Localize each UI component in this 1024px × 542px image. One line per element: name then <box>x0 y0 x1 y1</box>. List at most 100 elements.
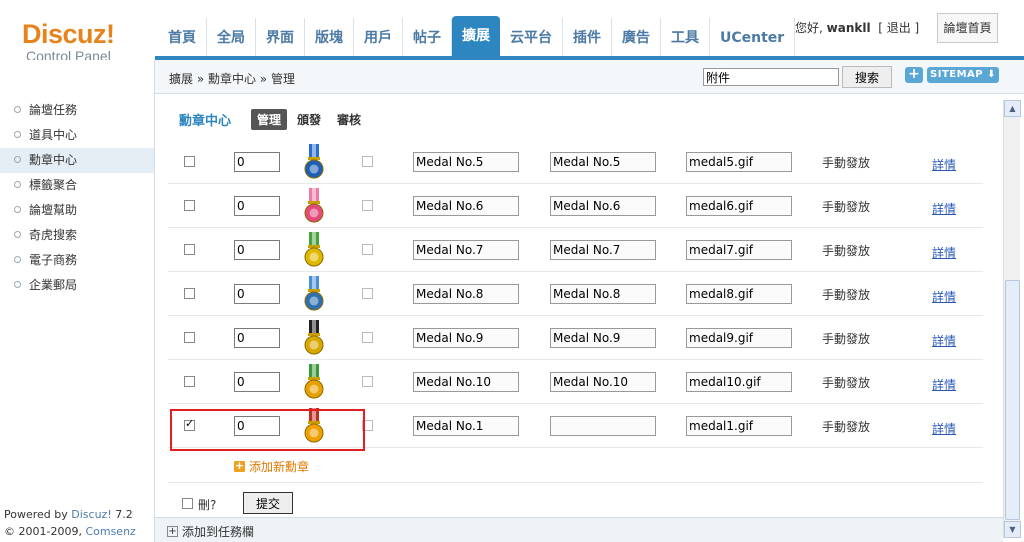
medal-desc-input[interactable] <box>550 196 656 216</box>
medal-name-input[interactable] <box>413 416 519 436</box>
medal-image-input[interactable] <box>686 284 792 304</box>
sidebar-item-4[interactable]: 論壇幫助 <box>0 198 154 223</box>
detail-link[interactable]: 詳情 <box>932 200 956 217</box>
vertical-scrollbar[interactable]: ▲ ▼ <box>1003 100 1021 538</box>
sidebar-item-5[interactable]: 奇虎搜索 <box>0 223 154 248</box>
discuz-logo[interactable]: Discuz! Control Panel <box>22 20 132 64</box>
display-order-input[interactable] <box>234 152 280 172</box>
available-checkbox[interactable] <box>362 200 373 211</box>
sidebar-item-6[interactable]: 電子商務 <box>0 248 154 273</box>
row-select-checkbox[interactable] <box>184 288 195 299</box>
display-order-input[interactable] <box>234 372 280 392</box>
nav-item-9[interactable]: 廣告 <box>612 18 661 56</box>
logout-link[interactable]: [ 退出 ] <box>878 21 919 35</box>
detail-link[interactable]: 詳情 <box>932 244 956 261</box>
display-order-input[interactable] <box>234 284 280 304</box>
available-checkbox[interactable] <box>362 244 373 255</box>
tab-2[interactable]: 審核 <box>331 109 367 130</box>
nav-item-0[interactable]: 首頁 <box>158 18 207 56</box>
sidebar-item-label: 論壇任務 <box>29 103 78 117</box>
display-order-input[interactable] <box>234 196 280 216</box>
medal-image-input[interactable] <box>686 372 792 392</box>
row-select-checkbox[interactable] <box>184 200 195 211</box>
available-checkbox[interactable] <box>362 156 373 167</box>
add-medal-link[interactable]: + 添加新勳章 <box>234 458 309 475</box>
sidebar-item-0[interactable]: 論壇任務 <box>0 98 154 123</box>
medal-name-input[interactable] <box>413 328 519 348</box>
display-order-input[interactable] <box>234 328 280 348</box>
medal-icon <box>302 144 326 180</box>
medal-image-input[interactable] <box>686 152 792 172</box>
medal-image-input[interactable] <box>686 240 792 260</box>
award-type: 手動發放 <box>822 420 871 434</box>
main-nav: 首頁 全局 界面 版塊 用戶 帖子 擴展 云平台 插件 廣告 工具 UCenter <box>158 16 796 56</box>
scroll-thumb[interactable] <box>1005 280 1020 520</box>
nav-item-2[interactable]: 界面 <box>256 18 305 56</box>
nav-item-3[interactable]: 版塊 <box>305 18 354 56</box>
row-select-checkbox[interactable] <box>184 376 195 387</box>
available-checkbox[interactable] <box>362 332 373 343</box>
detail-link[interactable]: 詳情 <box>932 156 956 173</box>
discuz-link[interactable]: Discuz! <box>71 508 111 521</box>
detail-link[interactable]: 詳情 <box>932 420 956 437</box>
nav-item-1[interactable]: 全局 <box>207 18 256 56</box>
sidebar-menu: 論壇任務道具中心勳章中心標籤聚合論壇幫助 奇虎搜索 電子商務 企業郵局 <box>0 98 154 298</box>
medal-name-input[interactable] <box>413 284 519 304</box>
add-to-taskbar-link[interactable]: + 添加到任務欄 <box>167 523 254 540</box>
medal-image-input[interactable] <box>686 416 792 436</box>
forum-home-button[interactable]: 論壇首頁 <box>937 13 998 43</box>
nav-item-7[interactable]: 云平台 <box>500 18 563 56</box>
available-checkbox[interactable] <box>362 376 373 387</box>
medal-desc-input[interactable] <box>550 284 656 304</box>
bullet-icon <box>14 181 21 188</box>
row-select-checkbox[interactable] <box>184 244 195 255</box>
search-input[interactable] <box>703 68 839 86</box>
medal-desc-input[interactable] <box>550 240 656 260</box>
sidebar-item-7[interactable]: 企業郵局 <box>0 273 154 298</box>
medal-desc-input[interactable] <box>550 152 656 172</box>
scroll-up-arrow[interactable]: ▲ <box>1004 100 1021 117</box>
row-select-checkbox[interactable] <box>184 332 195 343</box>
logo-main: Discuz! <box>22 19 115 49</box>
row-select-checkbox[interactable] <box>184 156 195 167</box>
tab-0[interactable]: 管理 <box>251 109 288 130</box>
medal-name-input[interactable] <box>413 240 519 260</box>
medal-desc-input[interactable] <box>550 372 656 392</box>
section-title: 勳章中心 <box>179 114 232 129</box>
scroll-down-arrow[interactable]: ▼ <box>1004 521 1021 538</box>
medal-name-input[interactable] <box>413 152 519 172</box>
sidebar-item-label: 勳章中心 <box>29 153 78 167</box>
bullet-icon <box>14 131 21 138</box>
display-order-input[interactable] <box>234 240 280 260</box>
nav-item-10[interactable]: 工具 <box>661 18 710 56</box>
nav-item-5[interactable]: 帖子 <box>403 18 452 56</box>
sitemap-button[interactable]: SITEMAP ⬇ <box>927 67 999 83</box>
search-button[interactable]: 搜索 <box>842 66 892 88</box>
select-all-checkbox[interactable] <box>182 498 193 509</box>
sidebar-item-1[interactable]: 道具中心 <box>0 123 154 148</box>
submit-button[interactable]: 提交 <box>243 492 293 514</box>
nav-item-11[interactable]: UCenter <box>710 18 796 56</box>
nav-item-4[interactable]: 用戶 <box>354 18 403 56</box>
medal-desc-input[interactable] <box>550 416 656 436</box>
medal-name-input[interactable] <box>413 196 519 216</box>
nav-item-6[interactable]: 擴展 <box>452 16 500 56</box>
sidebar-item-2[interactable]: 勳章中心 <box>0 148 154 173</box>
sidebar: 論壇任務 道具中心 勳章中心 標籤聚合 論壇幫助 奇虎搜索 電子商務 企業郵局 Powered… <box>0 60 155 542</box>
medal-desc-input[interactable] <box>550 328 656 348</box>
tab-1[interactable]: 頒發 <box>291 109 327 130</box>
sidebar-item-3[interactable]: 標籤聚合 <box>0 173 154 198</box>
detail-link[interactable]: 詳情 <box>932 288 956 305</box>
available-checkbox[interactable] <box>362 288 373 299</box>
medal-image-input[interactable] <box>686 328 792 348</box>
nav-item-8[interactable]: 插件 <box>563 18 612 56</box>
task-bar: + 添加到任務欄 <box>155 517 1003 542</box>
medal-name-input[interactable] <box>413 372 519 392</box>
sidebar-item-label: 標籤聚合 <box>29 178 78 192</box>
detail-link[interactable]: 詳情 <box>932 376 956 393</box>
detail-link[interactable]: 詳情 <box>932 332 956 349</box>
medal-image-input[interactable] <box>686 196 792 216</box>
section-tabs: 管理 頒發 審核 <box>251 109 371 130</box>
medal-icon <box>302 364 326 400</box>
add-shortcut-button[interactable]: + <box>905 67 923 83</box>
